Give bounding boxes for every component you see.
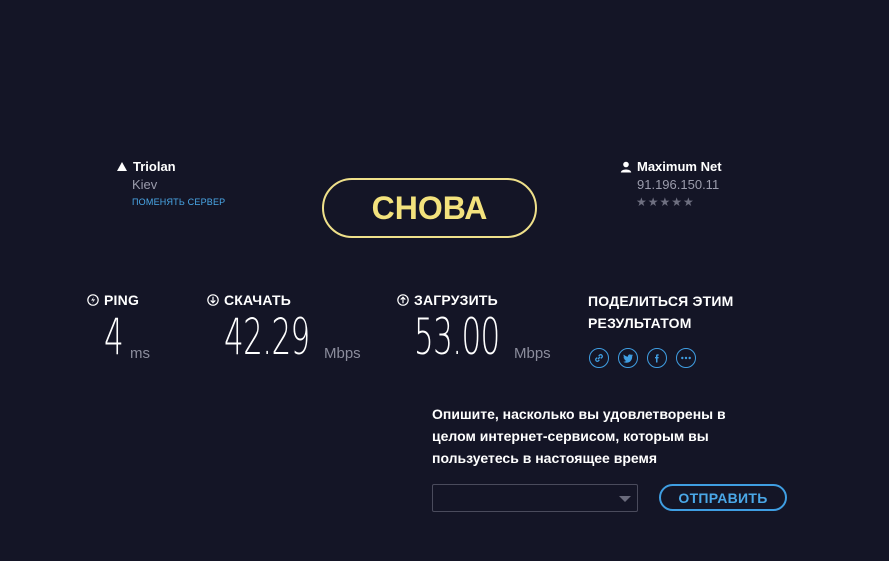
upload-label: ЗАГРУЗИТЬ bbox=[414, 292, 498, 308]
link-icon[interactable] bbox=[589, 348, 609, 368]
again-button[interactable]: СНОВА bbox=[322, 178, 537, 238]
triangle-icon bbox=[117, 161, 127, 171]
ping-unit: ms bbox=[130, 345, 150, 362]
change-server-link[interactable]: ПОМЕНЯТЬ СЕРВЕР bbox=[132, 197, 225, 207]
download-icon bbox=[207, 294, 219, 306]
host-name: Maximum Net bbox=[637, 159, 722, 174]
isp-location: Kiev bbox=[132, 177, 158, 192]
more-icon[interactable] bbox=[676, 348, 696, 368]
chevron-down-icon bbox=[619, 496, 631, 502]
ping-label: PING bbox=[104, 292, 140, 308]
submit-button[interactable]: ОТПРАВИТЬ bbox=[659, 484, 787, 511]
ping-icon bbox=[87, 294, 99, 306]
ping-block: PING bbox=[87, 292, 139, 308]
upload-unit: Mbps bbox=[514, 345, 551, 362]
share-title-line2: РЕЗУЛЬТАТОМ bbox=[588, 315, 692, 331]
host-ip: 91.196.150.11 bbox=[637, 177, 720, 192]
host-name-row: Maximum Net bbox=[620, 159, 722, 174]
isp-name-row: Triolan bbox=[116, 159, 225, 174]
upload-block: ЗАГРУЗИТЬ bbox=[397, 292, 498, 308]
ping-value: 4 bbox=[104, 308, 124, 366]
upload-icon bbox=[397, 294, 409, 306]
survey-line1: Опишите, насколько вы удовлетворены в bbox=[432, 406, 726, 422]
user-icon bbox=[620, 161, 632, 172]
download-block: СКАЧАТЬ bbox=[207, 292, 291, 308]
survey-question: Опишите, насколько вы удовлетворены в це… bbox=[432, 403, 726, 469]
ping-header: PING bbox=[87, 292, 139, 308]
twitter-icon[interactable] bbox=[618, 348, 638, 368]
survey-line3: пользуетесь в настоящее время bbox=[432, 450, 658, 466]
isp-info: Triolan Kiev ПОМЕНЯТЬ СЕРВЕР bbox=[116, 159, 225, 207]
satisfaction-select[interactable] bbox=[432, 484, 638, 512]
share-block: ПОДЕЛИТЬСЯ ЭТИМ РЕЗУЛЬТАТОМ bbox=[588, 290, 734, 334]
upload-header: ЗАГРУЗИТЬ bbox=[397, 292, 498, 308]
upload-value: 53.00 bbox=[414, 308, 500, 366]
survey-line2: целом интернет-сервисом, которым вы bbox=[432, 428, 709, 444]
download-value: 42.29 bbox=[224, 308, 310, 366]
share-icons bbox=[589, 348, 696, 368]
host-info: Maximum Net 91.196.150.11 ★★★★★ bbox=[620, 159, 722, 209]
isp-name: Triolan bbox=[133, 159, 176, 174]
download-header: СКАЧАТЬ bbox=[207, 292, 291, 308]
facebook-icon[interactable] bbox=[647, 348, 667, 368]
share-title-line1: ПОДЕЛИТЬСЯ ЭТИМ bbox=[588, 293, 734, 309]
host-rating[interactable]: ★★★★★ bbox=[636, 195, 722, 209]
download-unit: Mbps bbox=[324, 345, 361, 362]
download-label: СКАЧАТЬ bbox=[224, 292, 291, 308]
